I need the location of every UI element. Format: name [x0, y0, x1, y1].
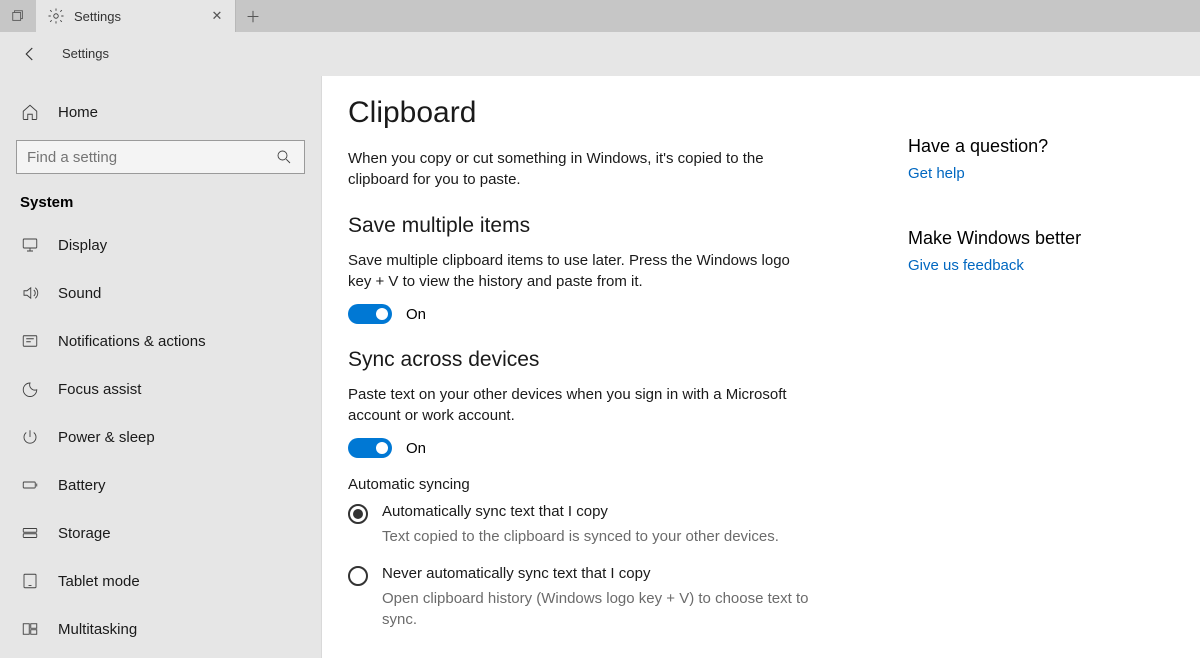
- sidebar-home-label: Home: [58, 104, 98, 121]
- sound-icon: [20, 283, 40, 303]
- search-input-wrapper[interactable]: [16, 140, 305, 174]
- radio-description: Text copied to the clipboard is synced t…: [382, 526, 779, 547]
- toggle-state-label: On: [406, 440, 426, 457]
- sidebar-item-focus[interactable]: Focus assist: [0, 365, 321, 413]
- close-tab-icon[interactable]: ✕: [207, 6, 227, 26]
- sidebar-item-label: Multitasking: [58, 621, 137, 638]
- tab-title: Settings: [74, 9, 121, 24]
- sidebar-item-label: Display: [58, 237, 107, 254]
- header-title: Settings: [62, 46, 109, 61]
- home-icon: [20, 102, 40, 122]
- tabstrip-corner-icon[interactable]: [0, 0, 36, 32]
- sidebar-item-label: Tablet mode: [58, 573, 140, 590]
- toggle-state-label: On: [406, 306, 426, 323]
- feedback-heading: Make Windows better: [908, 228, 1200, 249]
- section-sync-desc: Paste text on your other devices when yo…: [348, 384, 808, 426]
- sidebar-item-sound[interactable]: Sound: [0, 269, 321, 317]
- multi-icon: [20, 619, 40, 639]
- radio-label: Never automatically sync text that I cop…: [382, 565, 822, 582]
- sidebar-item-battery[interactable]: Battery: [0, 461, 321, 509]
- browser-tab-settings[interactable]: Settings ✕: [36, 0, 236, 32]
- sidebar-item-notify[interactable]: Notifications & actions: [0, 317, 321, 365]
- notify-icon: [20, 331, 40, 351]
- radio-indicator: [348, 504, 368, 524]
- search-icon: [274, 147, 294, 167]
- radio-description: Open clipboard history (Windows logo key…: [382, 588, 822, 630]
- sidebar-item-power[interactable]: Power & sleep: [0, 413, 321, 461]
- battery-icon: [20, 475, 40, 495]
- help-aside: Have a question? Get help Make Windows b…: [908, 96, 1200, 618]
- sidebar-item-multi[interactable]: Multitasking: [0, 605, 321, 653]
- sidebar-item-label: Storage: [58, 525, 111, 542]
- section-sync-heading: Sync across devices: [348, 348, 884, 372]
- sidebar-group-label: System: [0, 190, 321, 221]
- toggle-sync-devices[interactable]: On: [348, 438, 884, 458]
- sidebar-home[interactable]: Home: [0, 90, 321, 134]
- auto-sync-subheading: Automatic syncing: [348, 476, 884, 493]
- sidebar-item-label: Power & sleep: [58, 429, 155, 446]
- sidebar-item-tablet[interactable]: Tablet mode: [0, 557, 321, 605]
- give-feedback-link[interactable]: Give us feedback: [908, 257, 1024, 274]
- browser-tabstrip: Settings ✕ ＋: [0, 0, 1200, 32]
- page-title: Clipboard: [348, 96, 884, 130]
- toggle-track: [348, 438, 392, 458]
- sidebar-item-storage[interactable]: Storage: [0, 509, 321, 557]
- gear-icon: [46, 6, 66, 26]
- sidebar-item-label: Sound: [58, 285, 101, 302]
- toggle-track: [348, 304, 392, 324]
- new-tab-button[interactable]: ＋: [236, 0, 270, 32]
- sidebar-item-label: Focus assist: [58, 381, 141, 398]
- header-bar: Settings: [0, 32, 1200, 76]
- power-icon: [20, 427, 40, 447]
- sidebar: Home System Display Sound Notifications & …: [0, 76, 322, 658]
- sidebar-item-display[interactable]: Display: [0, 221, 321, 269]
- section-save-desc: Save multiple clipboard items to use lat…: [348, 250, 808, 292]
- intro-text: When you copy or cut something in Window…: [348, 148, 808, 190]
- search-input[interactable]: [27, 149, 266, 166]
- content-area: Clipboard When you copy or cut something…: [322, 76, 1200, 658]
- sync-option-0[interactable]: Automatically sync text that I copy Text …: [348, 503, 884, 547]
- section-save-heading: Save multiple items: [348, 214, 884, 238]
- radio-label: Automatically sync text that I copy: [382, 503, 779, 520]
- sidebar-item-label: Battery: [58, 477, 106, 494]
- toggle-save-multiple[interactable]: On: [348, 304, 884, 324]
- radio-indicator: [348, 566, 368, 586]
- tablet-icon: [20, 571, 40, 591]
- sidebar-item-label: Notifications & actions: [58, 333, 206, 350]
- sync-option-1[interactable]: Never automatically sync text that I cop…: [348, 565, 884, 630]
- display-icon: [20, 235, 40, 255]
- back-button[interactable]: [18, 42, 42, 66]
- get-help-link[interactable]: Get help: [908, 165, 965, 182]
- focus-icon: [20, 379, 40, 399]
- question-heading: Have a question?: [908, 136, 1200, 157]
- storage-icon: [20, 523, 40, 543]
